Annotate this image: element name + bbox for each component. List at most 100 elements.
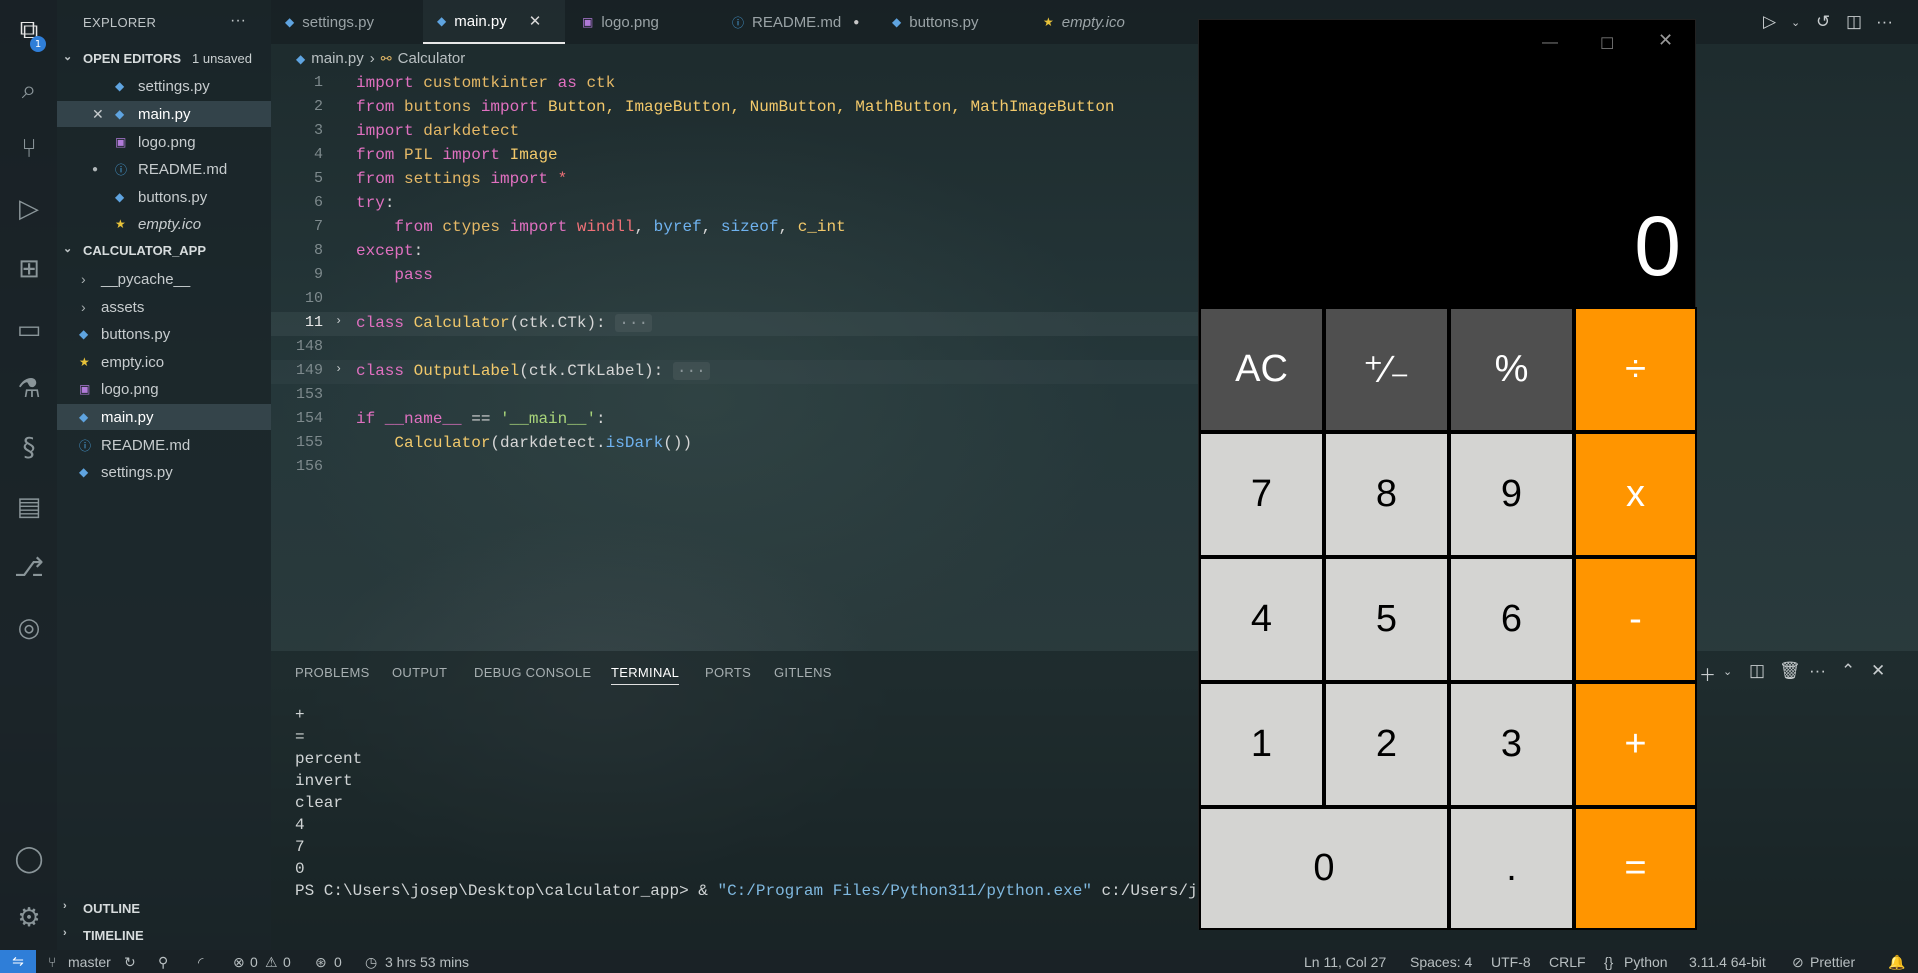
- tab-empty-ico[interactable]: ★ empty.ico: [1029, 0, 1179, 44]
- key-invert-sign[interactable]: ⁺∕₋: [1324, 307, 1449, 432]
- close-window-icon[interactable]: ✕: [1658, 30, 1673, 51]
- timeline-header[interactable]: › TIMELINE: [57, 925, 271, 947]
- key-4[interactable]: 4: [1199, 557, 1324, 682]
- open-editor-item[interactable]: ▣ logo.png: [57, 129, 271, 155]
- gitlens-status-icon[interactable]: ⚲: [158, 954, 168, 971]
- key-divide[interactable]: ÷: [1574, 307, 1697, 432]
- fold-expand-icon[interactable]: ›: [335, 362, 342, 376]
- key-5[interactable]: 5: [1324, 557, 1449, 682]
- split-terminal-icon[interactable]: ◫: [1749, 661, 1765, 681]
- tab-debug-console[interactable]: DEBUG CONSOLE: [474, 665, 591, 680]
- run-icon[interactable]: ▷: [1763, 12, 1776, 32]
- python-icon[interactable]: §: [13, 432, 45, 464]
- key-6[interactable]: 6: [1449, 557, 1574, 682]
- chevron-down-icon[interactable]: ⌄: [1723, 665, 1732, 678]
- folder-item[interactable]: › __pycache__: [57, 266, 271, 292]
- key-2[interactable]: 2: [1324, 682, 1449, 807]
- warnings-count[interactable]: 0: [283, 954, 291, 970]
- gitlens-icon[interactable]: ⎇: [13, 552, 45, 584]
- tab-settings[interactable]: ◆ settings.py: [271, 0, 421, 44]
- maximize-panel-icon[interactable]: ⌃: [1841, 661, 1855, 681]
- close-icon[interactable]: ✕: [92, 106, 104, 123]
- settings-gear-icon[interactable]: ⚙: [13, 902, 45, 934]
- file-item[interactable]: ◆ settings.py: [57, 459, 271, 485]
- tab-terminal[interactable]: TERMINAL: [611, 665, 680, 685]
- tab-output[interactable]: OUTPUT: [392, 665, 447, 680]
- file-item[interactable]: ★ empty.ico: [57, 349, 271, 375]
- outline-header[interactable]: › OUTLINE: [57, 898, 271, 920]
- search-icon[interactable]: ⌕: [13, 74, 45, 106]
- open-editor-item[interactable]: ✕ ◆ main.py: [57, 101, 271, 127]
- open-editor-item[interactable]: ★ empty.ico: [57, 211, 271, 237]
- formatter[interactable]: Prettier: [1810, 954, 1855, 970]
- tab-logo[interactable]: ▣ logo.png: [568, 0, 716, 44]
- open-editor-item[interactable]: ◆ buttons.py: [57, 184, 271, 210]
- explorer-more-icon[interactable]: ···: [230, 12, 246, 30]
- key-8[interactable]: 8: [1324, 432, 1449, 557]
- indentation[interactable]: Spaces: 4: [1410, 954, 1472, 970]
- new-terminal-icon[interactable]: ＋: [1699, 661, 1716, 686]
- key-multiply[interactable]: x: [1574, 432, 1697, 557]
- run-debug-icon[interactable]: ▷: [13, 193, 45, 225]
- session-time[interactable]: 3 hrs 53 mins: [385, 954, 469, 970]
- terminal-output[interactable]: + = percent invert clear 4 7 0 PS C:\Use…: [295, 706, 1255, 904]
- interpreter-version[interactable]: 3.11.4 64-bit: [1689, 954, 1766, 970]
- minimize-icon[interactable]: —: [1542, 34, 1558, 52]
- tab-buttons[interactable]: ◆ buttons.py: [878, 0, 1027, 44]
- close-panel-icon[interactable]: ✕: [1871, 661, 1885, 681]
- testing-icon[interactable]: ⚗: [13, 373, 45, 405]
- key-7[interactable]: 7: [1199, 432, 1324, 557]
- open-editor-item[interactable]: ◆ settings.py: [57, 73, 271, 99]
- history-icon[interactable]: ↺: [1816, 12, 1830, 32]
- key-equals[interactable]: =: [1574, 807, 1697, 930]
- key-add[interactable]: +: [1574, 682, 1697, 807]
- sync-icon[interactable]: ↻: [124, 954, 136, 971]
- branch-name[interactable]: master: [68, 954, 111, 970]
- key-3[interactable]: 3: [1449, 682, 1574, 807]
- key-decimal[interactable]: .: [1449, 807, 1574, 930]
- project-header[interactable]: ⌄ CALCULATOR_APP: [57, 240, 271, 262]
- breadcrumb-file[interactable]: main.py: [311, 50, 364, 67]
- tab-problems[interactable]: PROBLEMS: [295, 665, 370, 680]
- file-item[interactable]: ◆ buttons.py: [57, 321, 271, 347]
- gitlens-inspect-icon[interactable]: ◎: [13, 612, 45, 644]
- folded-ellipsis[interactable]: ···: [615, 314, 653, 332]
- maximize-icon[interactable]: ☐: [1600, 34, 1614, 54]
- folded-ellipsis[interactable]: ···: [672, 362, 710, 380]
- code-editor[interactable]: 1 import customtkinter as ctk 2 from but…: [271, 72, 1201, 475]
- breadcrumb-symbol[interactable]: Calculator: [398, 50, 466, 67]
- folder-icon[interactable]: ▤: [13, 491, 45, 523]
- key-percent[interactable]: %: [1449, 307, 1574, 432]
- ports-icon[interactable]: ⊛: [315, 954, 327, 971]
- chevron-down-icon[interactable]: ⌄: [1791, 16, 1800, 29]
- tab-gitlens[interactable]: GITLENS: [774, 665, 832, 680]
- close-tab-icon[interactable]: ✕: [529, 12, 542, 30]
- open-editors-header[interactable]: ⌄ OPEN EDITORS 1 unsaved: [57, 48, 271, 70]
- extensions-icon[interactable]: ⊞: [13, 253, 45, 285]
- key-all-clear[interactable]: AC: [1199, 307, 1324, 432]
- errors-icon[interactable]: ⊗: [233, 954, 245, 971]
- file-item[interactable]: ◆ main.py: [57, 404, 271, 430]
- cursor-position[interactable]: Ln 11, Col 27: [1304, 954, 1386, 970]
- trash-icon[interactable]: 🗑: [1779, 661, 1801, 681]
- tab-main[interactable]: ◆ main.py ✕: [423, 0, 565, 44]
- key-9[interactable]: 9: [1449, 432, 1574, 557]
- warnings-icon[interactable]: ⚠: [265, 954, 278, 971]
- key-1[interactable]: 1: [1199, 682, 1324, 807]
- more-actions-icon[interactable]: ···: [1809, 661, 1826, 681]
- folder-item[interactable]: › assets: [57, 294, 271, 320]
- remote-explorer-icon[interactable]: ▭: [13, 314, 45, 346]
- errors-count[interactable]: 0: [250, 954, 258, 970]
- tab-readme[interactable]: ⓘ README.md ●: [718, 0, 876, 44]
- open-editor-item[interactable]: ● ⓘ README.md: [57, 156, 271, 182]
- more-actions-icon[interactable]: ···: [1876, 12, 1893, 32]
- account-icon[interactable]: ◯: [13, 843, 45, 875]
- key-subtract[interactable]: -: [1574, 557, 1697, 682]
- language-mode[interactable]: Python: [1624, 954, 1668, 970]
- encoding[interactable]: UTF-8: [1491, 954, 1531, 970]
- ports-count[interactable]: 0: [334, 954, 342, 970]
- fold-expand-icon[interactable]: ›: [335, 314, 342, 328]
- key-0[interactable]: 0: [1199, 807, 1449, 930]
- source-control-icon[interactable]: ⑂: [13, 133, 45, 165]
- split-editor-icon[interactable]: ◫: [1846, 12, 1862, 32]
